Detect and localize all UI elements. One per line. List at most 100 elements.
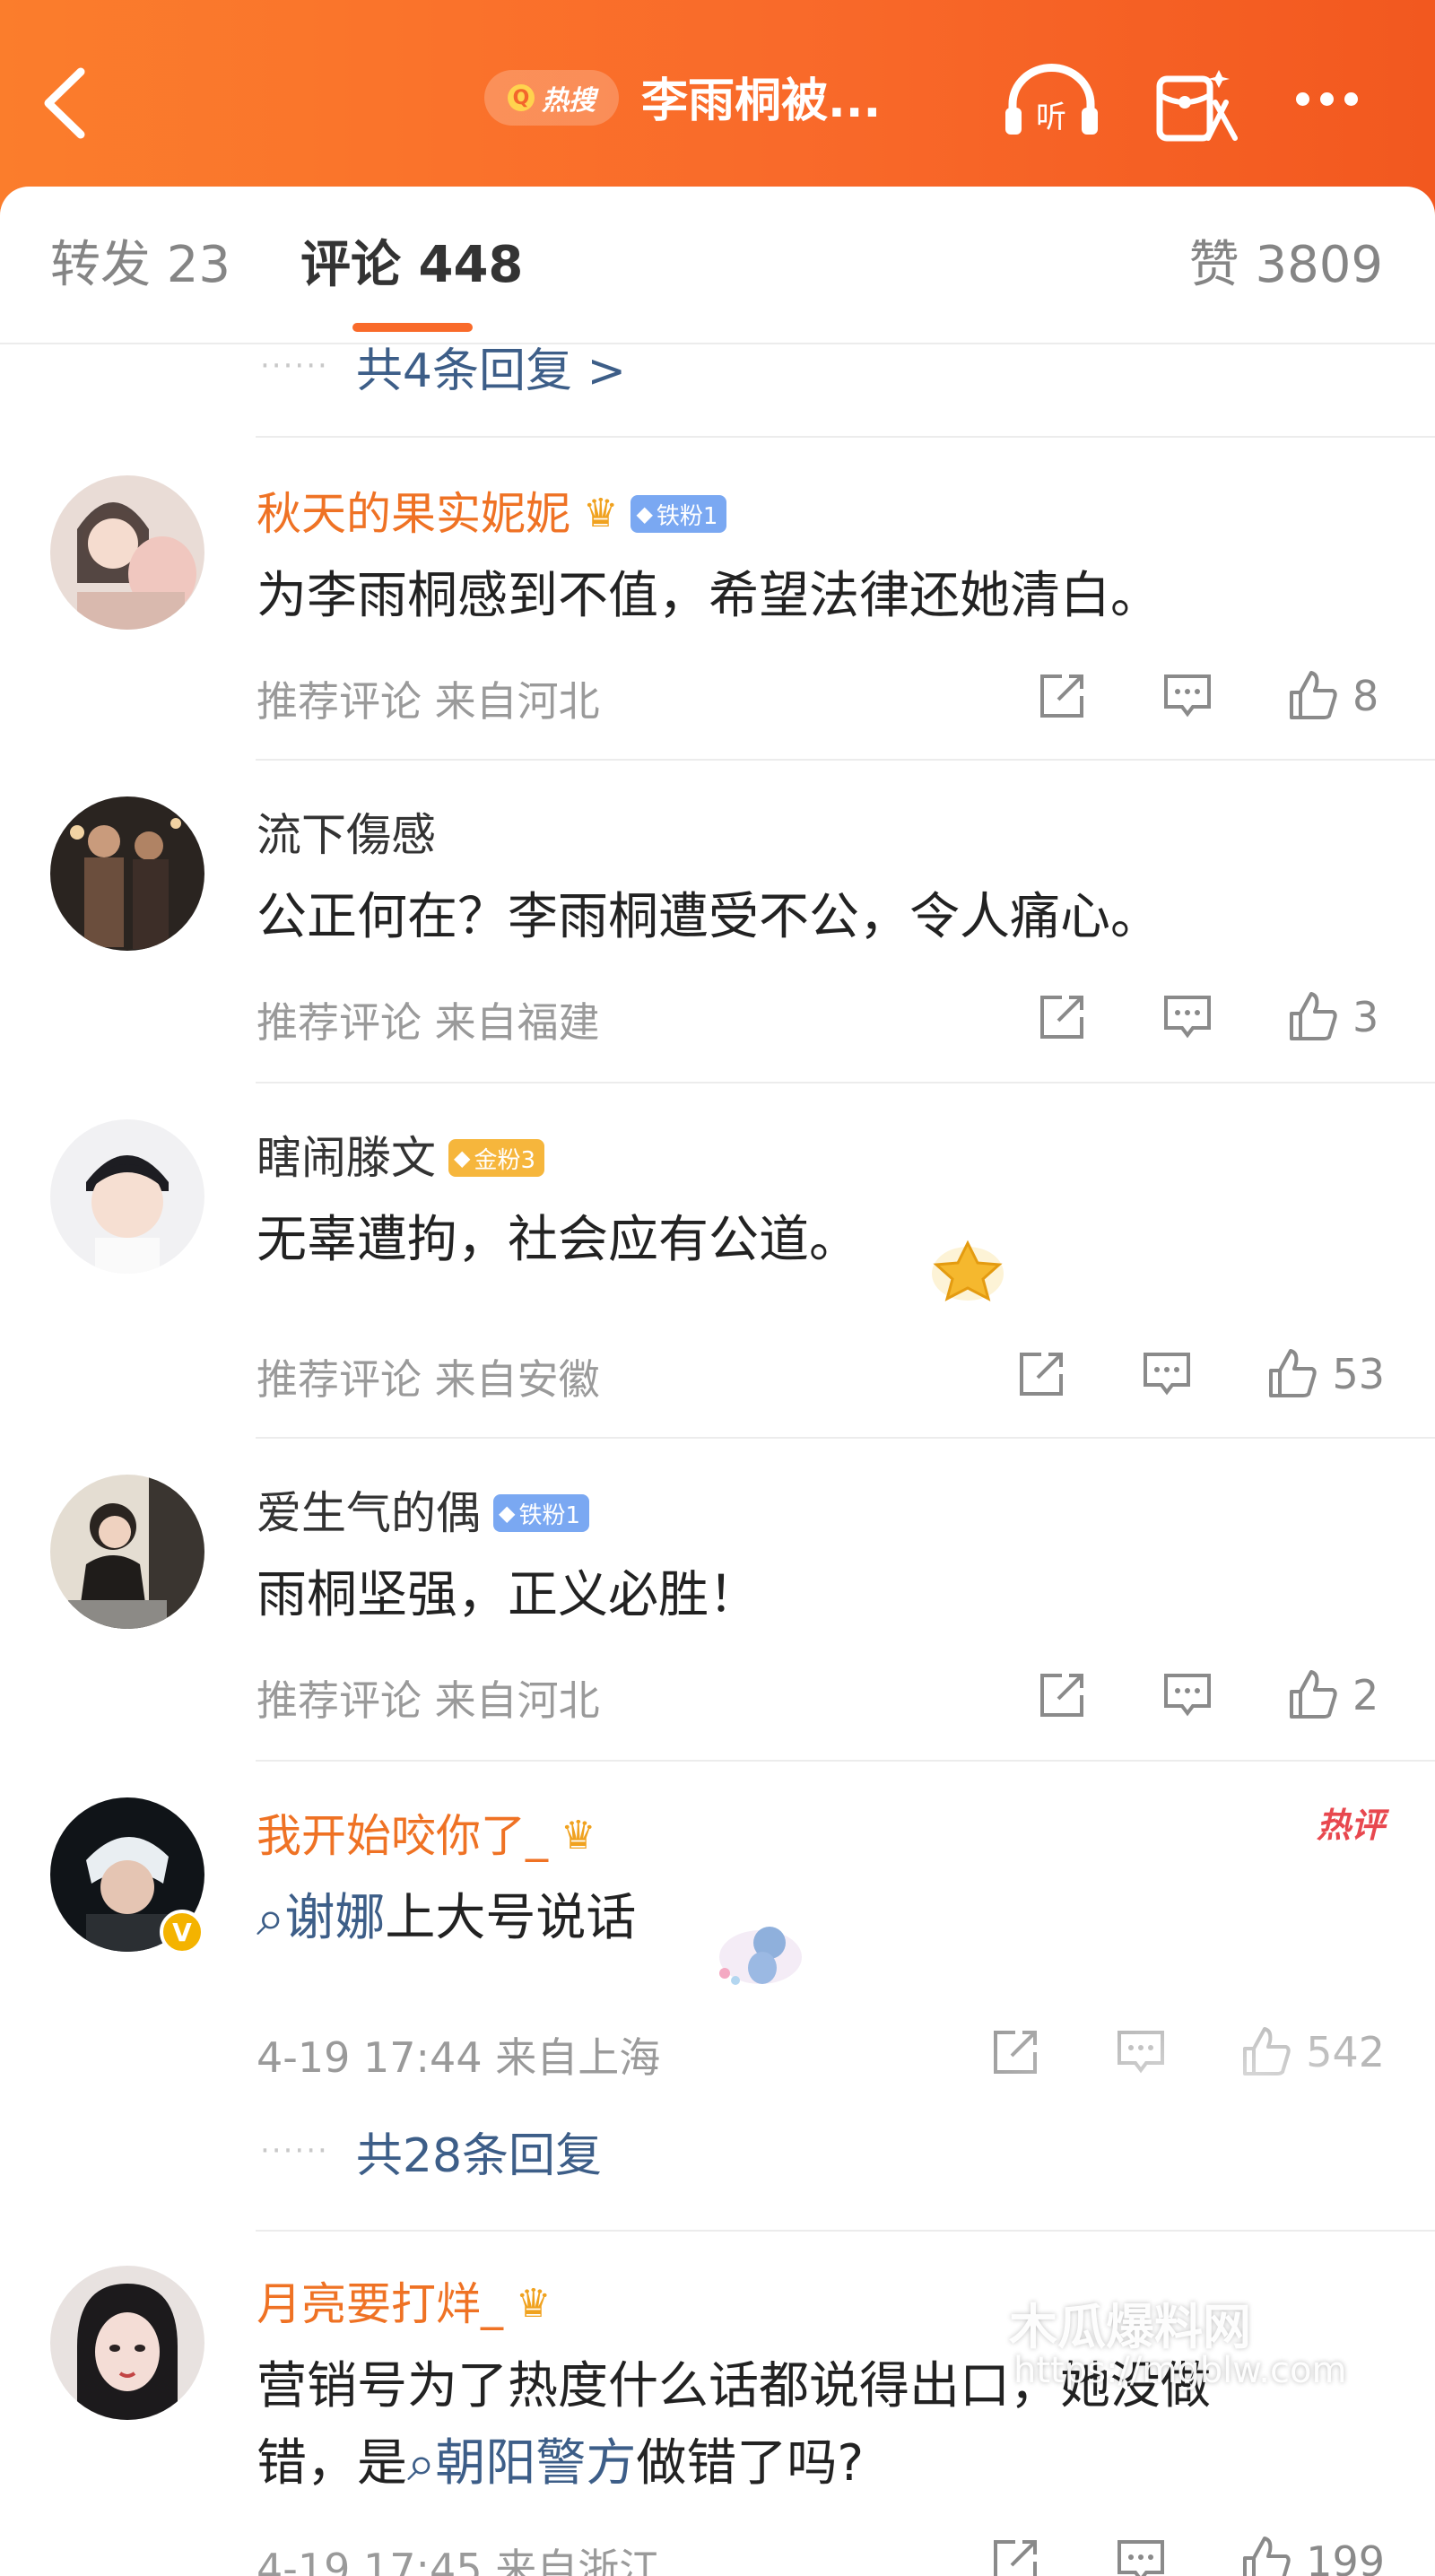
- like-count: 3: [1352, 993, 1379, 1041]
- comment-header: 秋天的果实妮妮 ♛ ◆ 铁粉1: [257, 483, 727, 545]
- crown-icon: ♛: [583, 491, 619, 536]
- avatar[interactable]: [50, 475, 204, 630]
- diamond-icon: ◆: [636, 501, 653, 527]
- share-icon[interactable]: [1035, 1668, 1089, 1722]
- divider: [256, 1437, 1435, 1439]
- divider: [256, 759, 1435, 761]
- comment-actions: 2: [1035, 1668, 1385, 1722]
- hot-search-tag[interactable]: Q 热搜: [484, 70, 619, 126]
- share-icon[interactable]: [988, 2535, 1042, 2576]
- more-dots-icon[interactable]: [1296, 81, 1386, 117]
- avatar[interactable]: [50, 1119, 204, 1274]
- comment-actions: 8: [1035, 669, 1385, 723]
- listen-icon-label: 听: [1036, 100, 1066, 135]
- top-bar: Q 热搜 李雨桐被... 听: [0, 0, 1435, 215]
- crown-icon: ♛: [561, 1813, 596, 1858]
- fan-badge-label: 金粉3: [474, 1146, 536, 1174]
- view-replies-link[interactable]: 共28条回复: [356, 2118, 602, 2185]
- fan-badge[interactable]: ◆ 金粉3: [448, 1139, 545, 1177]
- tab-bar: 转发 23 评论 448 赞 3809: [0, 187, 1435, 344]
- comment-meta: 推荐评论 来自河北: [257, 1676, 600, 1725]
- red-envelope-icon[interactable]: [1152, 59, 1242, 145]
- like-button[interactable]: 8: [1286, 669, 1385, 723]
- fan-badge[interactable]: ◆ 铁粉1: [493, 1494, 590, 1532]
- reply-icon[interactable]: [1161, 1668, 1214, 1722]
- comment-header: 我开始咬你了_ ♛: [257, 1805, 596, 1867]
- headphones-icon[interactable]: 听: [1000, 61, 1103, 142]
- share-icon[interactable]: [1014, 1347, 1068, 1401]
- comment-meta: 4-19 17:45 来自浙江: [257, 2545, 661, 2576]
- topic-link[interactable]: ⌕朝阳警方: [407, 2434, 636, 2493]
- divider: [0, 343, 1435, 344]
- comment-actions: 199: [988, 2535, 1385, 2576]
- divider: [256, 436, 1435, 438]
- reply-icon[interactable]: [1114, 2535, 1168, 2576]
- comment-text: 无辜遭拘，社会应有公道。: [257, 1211, 859, 1269]
- avatar[interactable]: [50, 1475, 204, 1629]
- topic-link-text: 朝阳警方: [435, 2434, 637, 2493]
- like-button[interactable]: 53: [1265, 1347, 1385, 1401]
- diamond-icon: ◆: [499, 1501, 516, 1526]
- share-icon[interactable]: [1035, 669, 1089, 723]
- like-button[interactable]: 2: [1286, 1668, 1385, 1722]
- comment-actions: 53: [1014, 1347, 1385, 1401]
- username[interactable]: 我开始咬你了_: [257, 1805, 548, 1867]
- username[interactable]: 爱生气的偶: [257, 1482, 481, 1545]
- comment-actions: 3: [1035, 990, 1385, 1044]
- like-count: 8: [1352, 672, 1379, 720]
- view-replies-link[interactable]: 共4条回复 >: [356, 333, 626, 400]
- watermark-text: 木瓜爆料网: [1009, 2299, 1251, 2355]
- star-sticker-icon: [932, 1240, 1004, 1301]
- fan-badge[interactable]: ◆ 铁粉1: [631, 495, 727, 533]
- comment-header: 瞎闹滕文 ◆ 金粉3: [257, 1127, 545, 1189]
- tab-repost[interactable]: 转发 23: [50, 230, 230, 301]
- diamond-icon: ◆: [454, 1145, 471, 1171]
- username[interactable]: 流下傷感: [257, 804, 436, 866]
- like-count: 2: [1352, 1671, 1379, 1719]
- comment-text-line2-pre: 错，是: [257, 2434, 407, 2493]
- comment-text-line2: 错，是⌕朝阳警方做错了吗?: [257, 2425, 1396, 2502]
- back-chevron-icon[interactable]: [36, 63, 99, 144]
- watermark-url: https://mgblw.com: [1013, 2350, 1347, 2391]
- topic-link-text: 谢娜: [284, 1889, 386, 1947]
- tab-like[interactable]: 赞 3809: [1189, 230, 1383, 301]
- like-count: 53: [1332, 1350, 1385, 1398]
- thumbs-up-icon: [1290, 1670, 1337, 1719]
- divider: [256, 1760, 1435, 1762]
- avatar[interactable]: [50, 796, 204, 951]
- like-button[interactable]: 199: [1239, 2535, 1385, 2576]
- fan-badge-label: 铁粉1: [656, 502, 718, 530]
- tab-comment[interactable]: 评论 448: [300, 230, 523, 301]
- page-title: 李雨桐被...: [641, 74, 882, 128]
- avatar[interactable]: [50, 2266, 204, 2420]
- divider: [256, 2230, 1435, 2232]
- username[interactable]: 秋天的果实妮妮: [257, 483, 570, 545]
- like-button[interactable]: 3: [1286, 990, 1385, 1044]
- reply-icon[interactable]: [1140, 1347, 1194, 1401]
- reply-icon[interactable]: [1161, 669, 1214, 723]
- username[interactable]: 瞎闹滕文: [257, 1127, 436, 1189]
- comment-header: 月亮要打烊_ ♛: [257, 2273, 551, 2336]
- reply-count-row: ······ 共4条回复 >: [260, 330, 626, 402]
- thumbs-up-icon: [1290, 671, 1337, 719]
- comment-text: ⌕谢娜上大号说话: [257, 1880, 1396, 1957]
- comment-text-line2-post: 做错了吗?: [636, 2434, 865, 2493]
- verified-badge-icon: V: [160, 1910, 204, 1954]
- like-count: 199: [1306, 2537, 1385, 2576]
- username[interactable]: 月亮要打烊_: [257, 2273, 503, 2336]
- hot-search-label: 热搜: [542, 85, 596, 117]
- comment-text: 公正何在？李雨桐遭受不公，令人痛心。: [257, 888, 1161, 946]
- topic-link[interactable]: ⌕谢娜: [257, 1889, 385, 1947]
- divider: [256, 1082, 1435, 1083]
- hot-comment-label: 热评: [1316, 1806, 1385, 1845]
- share-icon[interactable]: [1035, 990, 1089, 1044]
- reply-count-row: ······ 共28条回复: [260, 2115, 602, 2187]
- comment-header: 爱生气的偶 ◆ 铁粉1: [257, 1482, 590, 1545]
- comment-text: 雨桐坚强，正义必胜！: [257, 1566, 759, 1624]
- dots-decoration: ······: [260, 348, 329, 384]
- search-icon: Q: [508, 84, 535, 111]
- reply-icon[interactable]: [1161, 990, 1214, 1044]
- comment-text-rest: 上大号说话: [385, 1889, 637, 1947]
- dots-decoration: ······: [260, 2133, 329, 2169]
- comment-meta: 推荐评论 来自福建: [257, 998, 600, 1047]
